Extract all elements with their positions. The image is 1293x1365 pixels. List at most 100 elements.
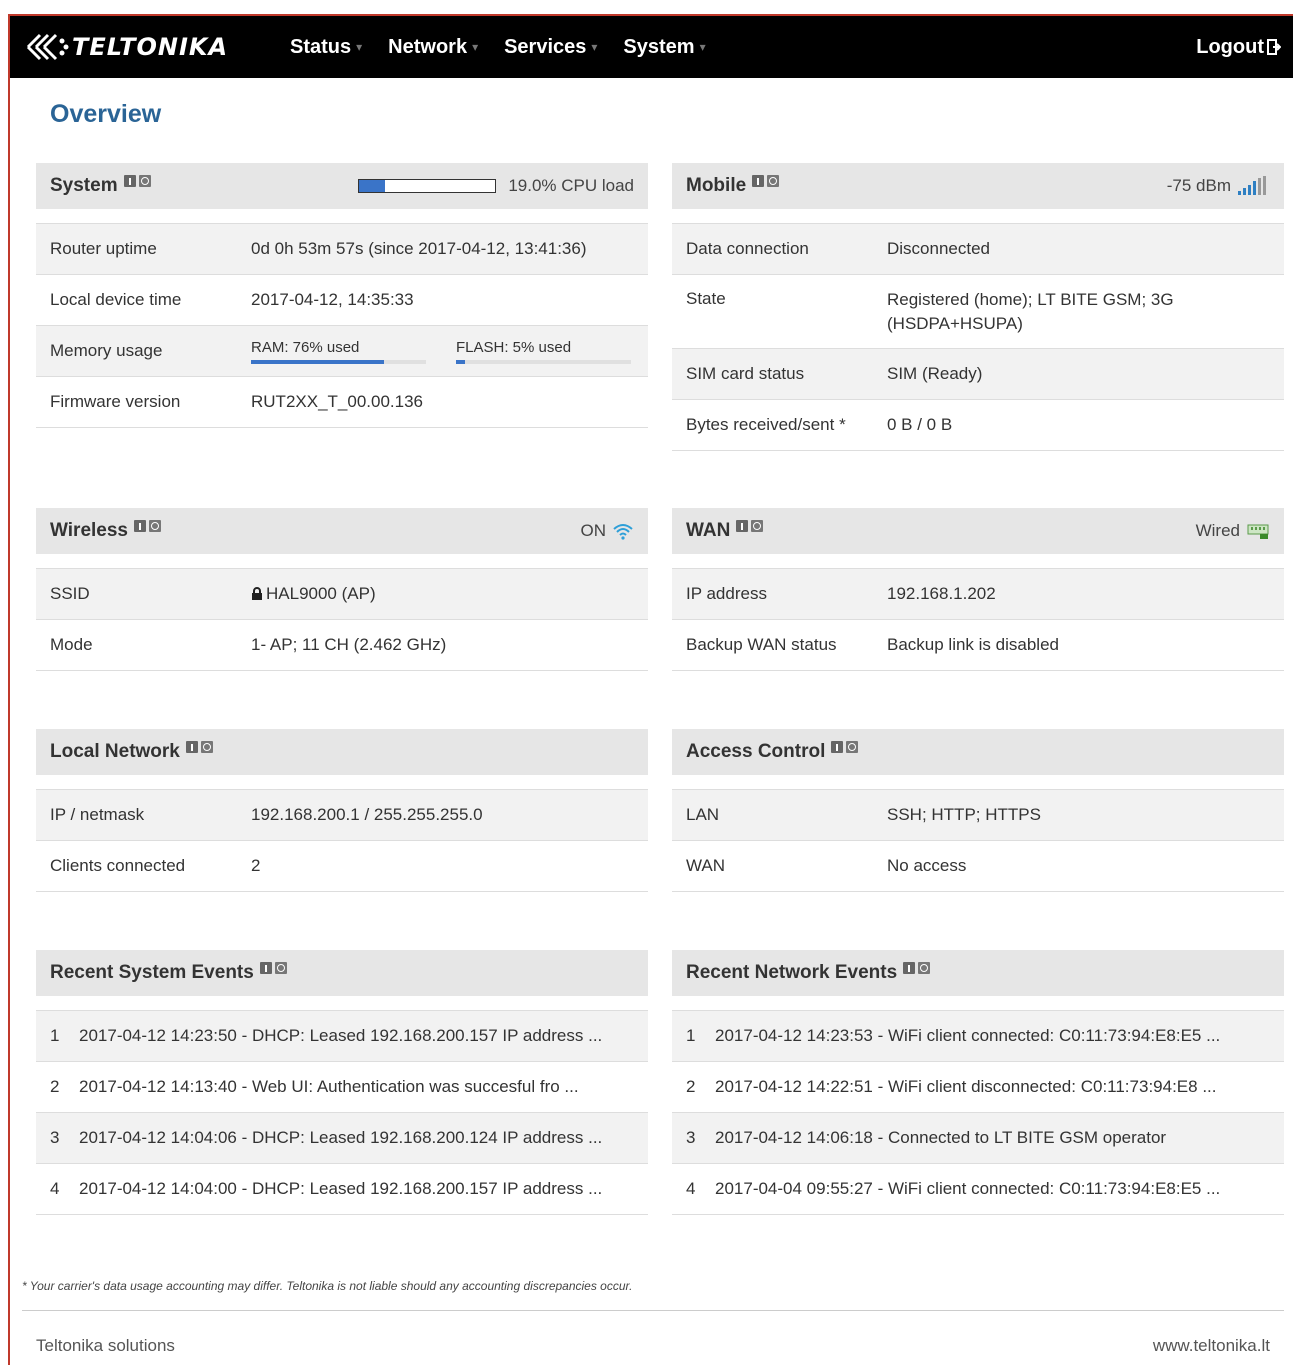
table-row: IP / netmask 192.168.200.1 / 255.255.255.… bbox=[36, 789, 648, 840]
footer-website-link[interactable]: www.teltonika.lt bbox=[1153, 1336, 1270, 1356]
info-icon[interactable] bbox=[736, 520, 749, 532]
settings-icon[interactable] bbox=[149, 520, 161, 532]
info-icon[interactable] bbox=[903, 962, 916, 974]
list-item[interactable]: 3 2017-04-12 14:06:18 - Connected to LT B… bbox=[672, 1112, 1284, 1163]
network-events-panel-title: Recent Network Events bbox=[686, 962, 898, 983]
row-label: SSID bbox=[50, 584, 90, 603]
mobile-panel-title: Mobile bbox=[686, 175, 747, 196]
list-item[interactable]: 1 2017-04-12 14:23:50 - DHCP: Leased 192.… bbox=[36, 1010, 648, 1061]
footer-divider bbox=[22, 1310, 1284, 1311]
event-number: 4 bbox=[686, 1179, 696, 1198]
table-row: Firmware version RUT2XX_T_00.00.136 bbox=[36, 376, 648, 427]
logout-label: Logout bbox=[1196, 35, 1264, 58]
system-events-panel: Recent System Events 1 2017-04-12 14:23:5… bbox=[36, 950, 648, 1215]
table-row: Memory usage RAM: 76% used FLASH: 5% use… bbox=[36, 325, 648, 376]
table-row: LAN SSH; HTTP; HTTPS bbox=[672, 789, 1284, 840]
info-icon[interactable] bbox=[831, 741, 844, 753]
ram-usage-label: RAM: 76% used bbox=[251, 338, 360, 356]
row-label: IP / netmask bbox=[50, 805, 145, 824]
system-panel-header: System 19.0% CPU load bbox=[36, 163, 648, 209]
row-label: Memory usage bbox=[50, 341, 163, 360]
event-text: 2017-04-12 14:22:51 - WiFi client discon… bbox=[715, 1077, 1217, 1096]
row-value: 192.168.1.202 bbox=[887, 584, 996, 603]
settings-icon[interactable] bbox=[846, 741, 859, 753]
chevron-down-icon: ▾ bbox=[591, 40, 598, 54]
nav-system[interactable]: System ▾ bbox=[623, 36, 705, 59]
row-value: 192.168.200.1 / 255.255.255.0 bbox=[251, 805, 483, 824]
local-network-panel-title: Local Network bbox=[50, 741, 180, 762]
event-text: 2017-04-12 14:23:53 - WiFi client connec… bbox=[715, 1026, 1221, 1045]
info-icon[interactable] bbox=[752, 175, 765, 187]
list-item[interactable]: 1 2017-04-12 14:23:53 - WiFi client conne… bbox=[672, 1010, 1284, 1061]
nav-status-label: Status bbox=[290, 35, 352, 58]
list-item[interactable]: 2 2017-04-12 14:22:51 - WiFi client disco… bbox=[672, 1061, 1284, 1112]
list-item[interactable]: 2 2017-04-12 14:13:40 - Web UI: Authentic… bbox=[36, 1061, 648, 1112]
nav-status[interactable]: Status ▾ bbox=[290, 36, 362, 59]
local-network-panel: Local Network IP / netmask 192.168.200.1 … bbox=[36, 729, 648, 892]
event-text: 2017-04-12 14:23:50 - DHCP: Leased 192.1… bbox=[79, 1026, 603, 1045]
settings-icon[interactable] bbox=[918, 962, 931, 974]
row-value: SIM (Ready) bbox=[887, 364, 983, 383]
row-label: State bbox=[686, 289, 726, 308]
signal-bars-icon bbox=[1238, 176, 1266, 195]
settings-icon[interactable] bbox=[751, 520, 764, 532]
row-label: Clients connected bbox=[50, 856, 186, 875]
memory-usage: RAM: 76% used FLASH: 5% used bbox=[251, 339, 648, 364]
system-events-panel-header: Recent System Events bbox=[36, 950, 648, 996]
network-events-panel-header: Recent Network Events bbox=[672, 950, 1284, 996]
settings-icon[interactable] bbox=[200, 741, 213, 753]
settings-icon[interactable] bbox=[138, 175, 151, 187]
local-network-table: IP / netmask 192.168.200.1 / 255.255.255.… bbox=[36, 789, 648, 892]
list-item[interactable]: 3 2017-04-12 14:04:06 - DHCP: Leased 192.… bbox=[36, 1112, 648, 1163]
list-item[interactable]: 4 2017-04-12 14:04:00 - DHCP: Leased 192.… bbox=[36, 1163, 648, 1214]
info-icon[interactable] bbox=[134, 520, 146, 532]
row-value: 0d 0h 53m 57s (since 2017-04-12, 13:41:3… bbox=[251, 239, 587, 258]
mobile-panel: Mobile -75 dBm Data connection Disconnect… bbox=[672, 163, 1284, 451]
nav-services[interactable]: Services ▾ bbox=[504, 36, 597, 59]
cpu-load-bar bbox=[358, 179, 497, 193]
info-icon[interactable] bbox=[185, 741, 198, 753]
table-row: Mode 1- AP; 11 CH (2.462 GHz) bbox=[36, 619, 648, 670]
info-icon[interactable] bbox=[123, 175, 136, 187]
table-row: State Registered (home); LT BITE GSM; 3G … bbox=[672, 274, 1284, 348]
ssid-value: HAL9000 (AP) bbox=[251, 582, 648, 606]
wan-panel-title: WAN bbox=[686, 520, 731, 541]
settings-icon[interactable] bbox=[274, 962, 287, 974]
flash-usage-label: FLASH: 5% used bbox=[456, 338, 572, 356]
event-number: 1 bbox=[686, 1026, 696, 1045]
event-text: 2017-04-12 14:04:06 - DHCP: Leased 192.1… bbox=[79, 1128, 603, 1147]
cpu-load-fill bbox=[359, 180, 386, 192]
table-row: Router uptime 0d 0h 53m 57s (since 2017-0… bbox=[36, 223, 648, 274]
wan-panel: WAN Wired IP address 192.168.1.202 Backup… bbox=[672, 508, 1284, 671]
row-label: SIM card status bbox=[686, 364, 805, 383]
nav-network-label: Network bbox=[388, 35, 468, 58]
access-control-panel: Access Control LAN SSH; HTTP; HTTPS WAN No… bbox=[672, 729, 1284, 892]
row-label: Local device time bbox=[50, 290, 182, 309]
row-value: Backup link is disabled bbox=[887, 635, 1059, 654]
event-number: 3 bbox=[50, 1128, 60, 1147]
table-row: Data connection Disconnected bbox=[672, 223, 1284, 274]
list-item[interactable]: 4 2017-04-04 09:55:27 - WiFi client conne… bbox=[672, 1163, 1284, 1214]
event-text: 2017-04-12 14:06:18 - Connected to LT BI… bbox=[715, 1128, 1167, 1147]
signal-strength-label: -75 dBm bbox=[1166, 176, 1231, 195]
row-value: 2017-04-12, 14:35:33 bbox=[251, 290, 414, 309]
settings-icon[interactable] bbox=[767, 175, 780, 187]
ssid-text: HAL9000 (AP) bbox=[266, 584, 376, 603]
logout-button[interactable]: Logout bbox=[1196, 16, 1281, 78]
wifi-icon bbox=[613, 524, 633, 540]
table-row: SSID HAL9000 (AP) bbox=[36, 568, 648, 619]
row-label: Backup WAN status bbox=[686, 635, 837, 654]
nav-services-label: Services bbox=[504, 35, 587, 58]
row-value: SSH; HTTP; HTTPS bbox=[887, 805, 1041, 824]
row-value: Disconnected bbox=[887, 239, 991, 258]
table-row: IP address 192.168.1.202 bbox=[672, 568, 1284, 619]
brand-logo[interactable]: TELTONIKA bbox=[26, 30, 228, 64]
info-icon[interactable] bbox=[259, 962, 272, 974]
table-row: Local device time 2017-04-12, 14:35:33 bbox=[36, 274, 648, 325]
nav-network[interactable]: Network ▾ bbox=[388, 36, 478, 59]
table-row: WAN No access bbox=[672, 840, 1284, 891]
network-events-list: 1 2017-04-12 14:23:53 - WiFi client conne… bbox=[672, 1010, 1284, 1215]
row-value: 1- AP; 11 CH (2.462 GHz) bbox=[251, 635, 447, 654]
ram-usage-bar bbox=[251, 359, 426, 364]
nav-system-label: System bbox=[623, 35, 695, 58]
